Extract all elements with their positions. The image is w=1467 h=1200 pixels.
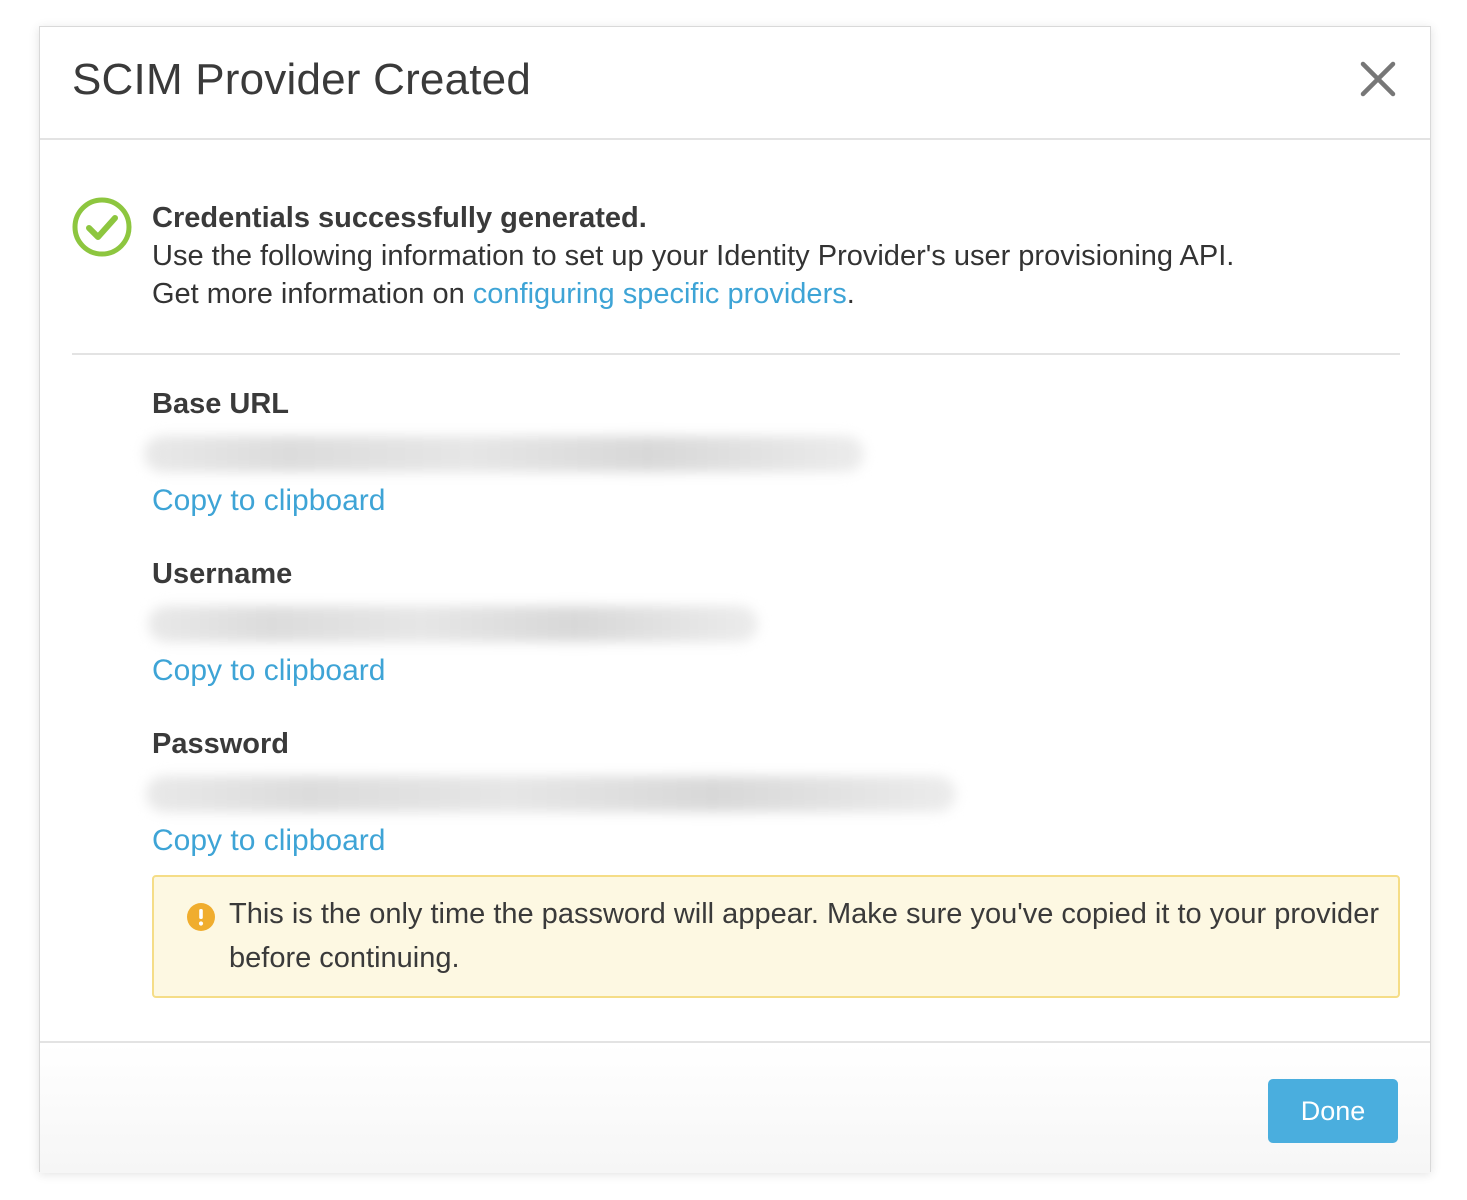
username-value-redacted <box>148 606 758 642</box>
base-url-value-redacted <box>144 436 864 472</box>
dialog-footer: Done <box>40 1041 1430 1173</box>
success-description: Use the following information to set up … <box>152 240 1235 272</box>
copy-base-url-button[interactable]: Copy to clipboard <box>152 484 385 518</box>
base-url-field: Base URL Copy to clipboard <box>144 388 1400 518</box>
configuring-providers-link[interactable]: configuring specific providers <box>473 278 847 310</box>
done-button[interactable]: Done <box>1268 1079 1398 1143</box>
password-label: Password <box>152 728 289 760</box>
scim-provider-dialog: SCIM Provider Created Credentials succes… <box>39 26 1431 1173</box>
more-info-line: Get more information on configuring spec… <box>152 275 1234 313</box>
success-title: Credentials successfully generated. <box>152 202 647 234</box>
close-icon[interactable] <box>1358 59 1398 99</box>
check-circle-icon <box>72 197 132 257</box>
warning-text: This is the only time the password will … <box>229 898 1379 974</box>
username-field: Username Copy to clipboard <box>148 558 1400 688</box>
dialog-header: SCIM Provider Created <box>40 27 1430 140</box>
more-info-suffix: . <box>846 278 855 310</box>
password-field: Password Copy to clipboard <box>146 728 1400 858</box>
base-url-label: Base URL <box>152 388 289 420</box>
copy-password-button[interactable]: Copy to clipboard <box>152 824 385 858</box>
password-value-redacted <box>146 776 956 812</box>
copy-username-button[interactable]: Copy to clipboard <box>152 654 385 688</box>
exclamation-circle-icon <box>187 903 215 931</box>
more-info-prefix: Get more information on <box>152 278 473 310</box>
section-divider <box>72 353 1400 355</box>
password-warning: This is the only time the password will … <box>152 875 1400 998</box>
success-text: Credentials successfully generated. Use … <box>152 199 1234 313</box>
dialog-title: SCIM Provider Created <box>72 55 532 104</box>
username-label: Username <box>152 558 293 590</box>
